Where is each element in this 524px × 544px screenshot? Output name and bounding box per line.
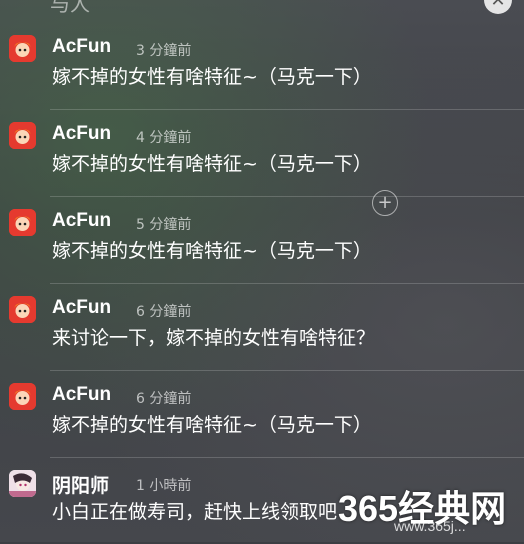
notification-item[interactable]: AcFun 5 分鐘前 嫁不掉的女性有啥特征~（马克一下） — [0, 196, 524, 283]
app-name: AcFun — [52, 384, 112, 405]
notification-item[interactable]: AcFun 3 分鐘前 嫁不掉的女性有啥特征~（马克一下） — [0, 22, 524, 109]
watermark: 365经典网 www.365j... — [334, 480, 520, 540]
notification-time: 4 分鐘前 — [136, 130, 192, 146]
add-button[interactable]: + — [372, 190, 398, 216]
notification-time: 3 分鐘前 — [136, 43, 192, 59]
notification-item[interactable]: AcFun 6 分鐘前 嫁不掉的女性有啥特征~（马克一下） — [0, 370, 524, 457]
notification-time: 1 小時前 — [136, 478, 192, 494]
close-icon: ✕ — [490, 0, 506, 11]
app-name: AcFun — [52, 210, 112, 231]
notification-time: 5 分鐘前 — [136, 217, 192, 233]
close-button[interactable]: ✕ — [484, 0, 512, 14]
onmyoji-icon — [9, 470, 36, 497]
app-name: AcFun — [52, 297, 112, 318]
acfun-icon — [9, 209, 36, 236]
acfun-icon — [9, 296, 36, 323]
header: 与人 ✕ — [0, 0, 524, 22]
app-name: 阴阳师 — [52, 476, 110, 497]
notification-time: 6 分鐘前 — [136, 304, 192, 320]
notification-item[interactable]: AcFun 4 分鐘前 嫁不掉的女性有啥特征~（马克一下） — [0, 109, 524, 196]
plus-icon: + — [377, 192, 393, 213]
watermark-url: www.365j... — [394, 518, 466, 534]
notification-list: AcFun 3 分鐘前 嫁不掉的女性有啥特征~（马克一下） AcFun 4 分鐘… — [0, 22, 524, 544]
notification-message: 嫁不掉的女性有啥特征~（马克一下） — [52, 240, 372, 262]
acfun-icon — [9, 383, 36, 410]
notification-message: 来讨论一下，嫁不掉的女性有啥特征？ — [52, 327, 376, 349]
app-name: AcFun — [52, 123, 112, 144]
notification-item[interactable]: AcFun 6 分鐘前 来讨论一下，嫁不掉的女性有啥特征？ — [0, 283, 524, 370]
notification-message: 嫁不掉的女性有啥特征~（马克一下） — [52, 414, 372, 436]
acfun-icon — [9, 35, 36, 62]
notification-message: 嫁不掉的女性有啥特征~（马克一下） — [52, 153, 372, 175]
app-name: AcFun — [52, 36, 112, 57]
notification-message: 小白正在做寿司，赶快上线领取吧 — [52, 501, 338, 523]
acfun-icon — [9, 122, 36, 149]
notification-time: 6 分鐘前 — [136, 391, 192, 407]
notification-message: 嫁不掉的女性有啥特征~（马克一下） — [52, 66, 372, 88]
header-partial-text: 与人 — [50, 0, 90, 16]
